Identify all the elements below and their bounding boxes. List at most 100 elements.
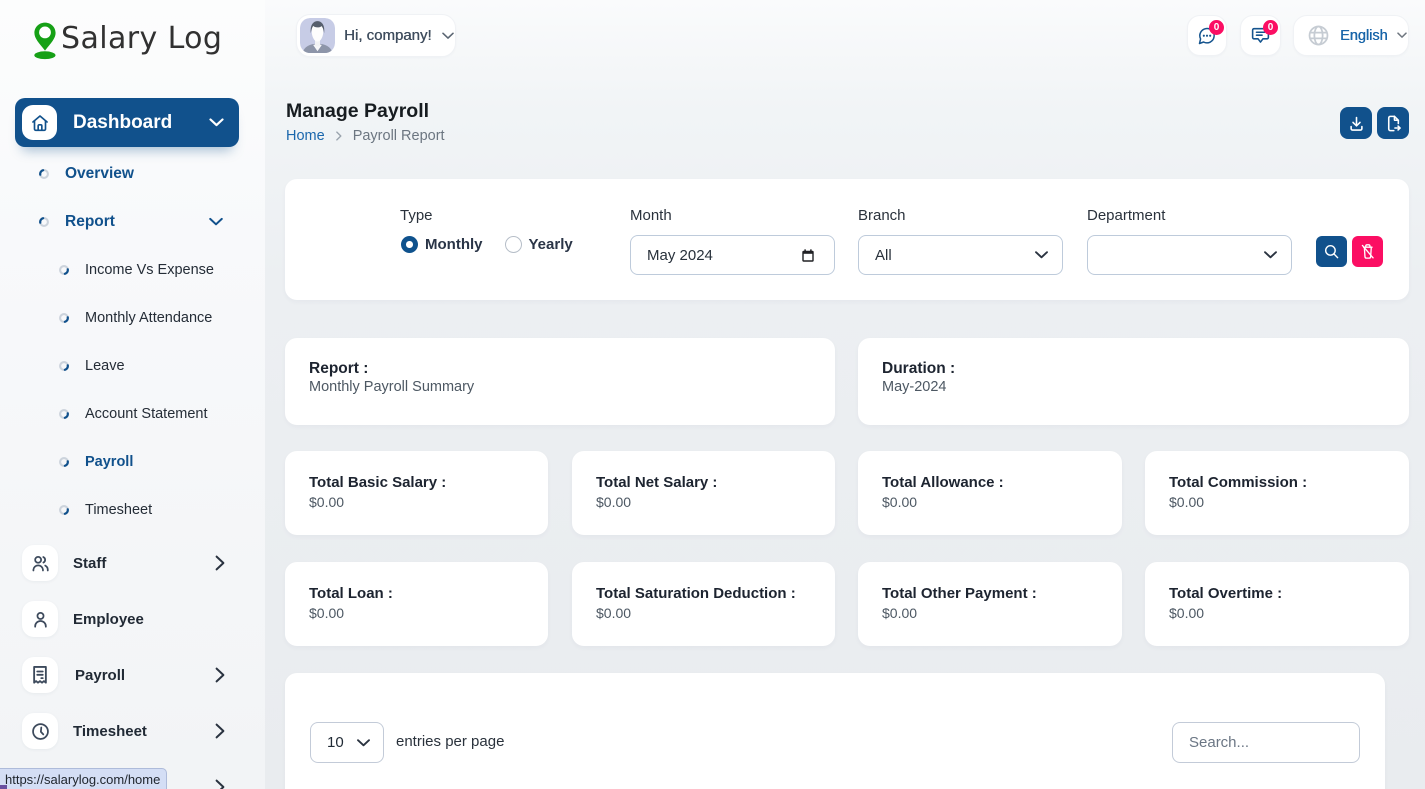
chevron-right-icon: [215, 667, 225, 683]
month-label: Month: [630, 207, 672, 224]
total-commission-card: Total Commission : $0.00: [1145, 451, 1409, 535]
table-search-input[interactable]: [1172, 722, 1360, 763]
radio-yearly[interactable]: [505, 236, 522, 253]
circle-notch-icon: [59, 265, 69, 275]
sidebar-item-monthly-attendance[interactable]: Monthly Attendance: [0, 305, 265, 331]
reset-filter-button[interactable]: [1352, 236, 1383, 267]
sidebar-item-income-vs-expense[interactable]: Income Vs Expense: [0, 257, 265, 283]
filter-card: Type Monthly Yearly Month May 2024 Branc…: [285, 179, 1409, 300]
receipt-icon: [22, 657, 58, 693]
table-card: 10 entries per page: [285, 673, 1385, 789]
search-icon: [1323, 243, 1340, 260]
sidebar-item-staff[interactable]: Staff: [0, 545, 265, 581]
total-net-salary-card: Total Net Salary : $0.00: [572, 451, 835, 535]
sidebar-item-payroll[interactable]: Payroll: [0, 449, 265, 475]
sidebar-item-leave[interactable]: Leave: [0, 353, 265, 379]
breadcrumb-current: Payroll Report: [353, 128, 445, 144]
page-title: Manage Payroll: [286, 100, 429, 123]
total-overtime-card: Total Overtime : $0.00: [1145, 562, 1409, 646]
chevron-down-icon: [1035, 251, 1048, 259]
radio-monthly-label: Monthly: [425, 236, 483, 253]
radio-monthly[interactable]: [401, 236, 418, 253]
total-value: $0.00: [309, 605, 344, 621]
circle-notch-icon: [39, 217, 49, 227]
user-menu-button[interactable]: Hi, company!: [296, 14, 456, 57]
greeting-label: Hi, company!: [344, 27, 432, 44]
circle-notch-icon: [59, 505, 69, 515]
home-icon: [22, 105, 57, 140]
month-input[interactable]: May 2024: [630, 235, 835, 275]
sidebar-item-payroll-menu[interactable]: Payroll: [0, 657, 265, 693]
export-button[interactable]: [1377, 107, 1409, 139]
chevron-down-icon: [209, 218, 223, 227]
total-value: $0.00: [882, 494, 917, 510]
circle-notch-icon: [59, 457, 69, 467]
entries-per-page-label: entries per page: [396, 733, 504, 750]
duration-value: May-2024: [882, 379, 946, 395]
chevron-down-icon: [1397, 32, 1407, 39]
sidebar-item-overview[interactable]: Overview: [0, 161, 265, 187]
sidebar-item-employee[interactable]: Employee: [0, 601, 265, 637]
status-url-tooltip: https://salarylog.com/home: [0, 768, 167, 789]
circle-notch-icon: [59, 409, 69, 419]
total-label: Total Saturation Deduction :: [596, 585, 796, 602]
total-loan-card: Total Loan : $0.00: [285, 562, 548, 646]
radio-yearly-label: Yearly: [529, 236, 573, 253]
chevron-right-icon: [215, 555, 225, 571]
total-value: $0.00: [596, 605, 631, 621]
page-size-select[interactable]: 10: [310, 722, 384, 763]
breadcrumb-home[interactable]: Home: [286, 128, 325, 144]
brand-logo[interactable]: Salary Log: [33, 21, 222, 60]
circle-notch-icon: [39, 169, 49, 179]
sidebar-item-timesheet[interactable]: Timesheet: [0, 497, 265, 523]
total-label: Total Allowance :: [882, 474, 1004, 491]
apply-filter-button[interactable]: [1316, 236, 1347, 267]
download-button[interactable]: [1340, 107, 1372, 139]
total-value: $0.00: [1169, 494, 1204, 510]
branch-select[interactable]: All: [858, 235, 1063, 275]
chevron-right-icon: [336, 131, 342, 141]
sidebar-item-account-statement[interactable]: Account Statement: [0, 401, 265, 427]
total-basic-salary-card: Total Basic Salary : $0.00: [285, 451, 548, 535]
sidebar-item-timesheet-menu[interactable]: Timesheet: [0, 713, 265, 749]
report-value: Monthly Payroll Summary: [309, 379, 474, 395]
notifications-button[interactable]: 0: [1240, 15, 1281, 56]
breadcrumb: Home Payroll Report: [286, 128, 445, 144]
total-value: $0.00: [1169, 605, 1204, 621]
total-value: $0.00: [596, 494, 631, 510]
brand-name: Salary Log: [61, 21, 222, 56]
file-export-icon: [1384, 114, 1403, 133]
language-selector[interactable]: English: [1293, 15, 1409, 56]
total-saturation-deduction-card: Total Saturation Deduction : $0.00: [572, 562, 835, 646]
chevron-down-icon: [1264, 251, 1277, 259]
language-label: English: [1340, 28, 1388, 44]
type-label: Type: [400, 207, 433, 224]
sidebar-item-dashboard[interactable]: Dashboard: [15, 98, 239, 147]
user-icon: [22, 601, 58, 637]
page-size-value: 10: [327, 734, 344, 751]
globe-icon: [1306, 23, 1331, 48]
chevron-down-icon: [209, 118, 224, 127]
notifications-badge: 0: [1263, 20, 1278, 35]
circle-notch-icon: [59, 313, 69, 323]
users-icon: [22, 545, 58, 581]
total-allowance-card: Total Allowance : $0.00: [858, 451, 1122, 535]
duration-summary-card: Duration : May-2024: [858, 338, 1409, 425]
messages-badge: 0: [1209, 20, 1224, 35]
status-corner-dot: [0, 785, 7, 789]
chevron-down-icon: [357, 739, 370, 747]
total-label: Total Basic Salary :: [309, 474, 446, 491]
dashboard-label: Dashboard: [73, 112, 209, 134]
branch-label: Branch: [858, 207, 906, 224]
chevron-right-icon: [215, 779, 225, 789]
sidebar-item-report[interactable]: Report: [0, 209, 265, 235]
total-value: $0.00: [309, 494, 344, 510]
total-label: Total Other Payment :: [882, 585, 1037, 602]
chevron-right-icon: [215, 723, 225, 739]
messages-button[interactable]: 0: [1187, 15, 1227, 56]
total-label: Total Loan :: [309, 585, 393, 602]
total-value: $0.00: [882, 605, 917, 621]
department-select[interactable]: [1087, 235, 1292, 275]
department-label: Department: [1087, 207, 1165, 224]
circle-notch-icon: [59, 361, 69, 371]
